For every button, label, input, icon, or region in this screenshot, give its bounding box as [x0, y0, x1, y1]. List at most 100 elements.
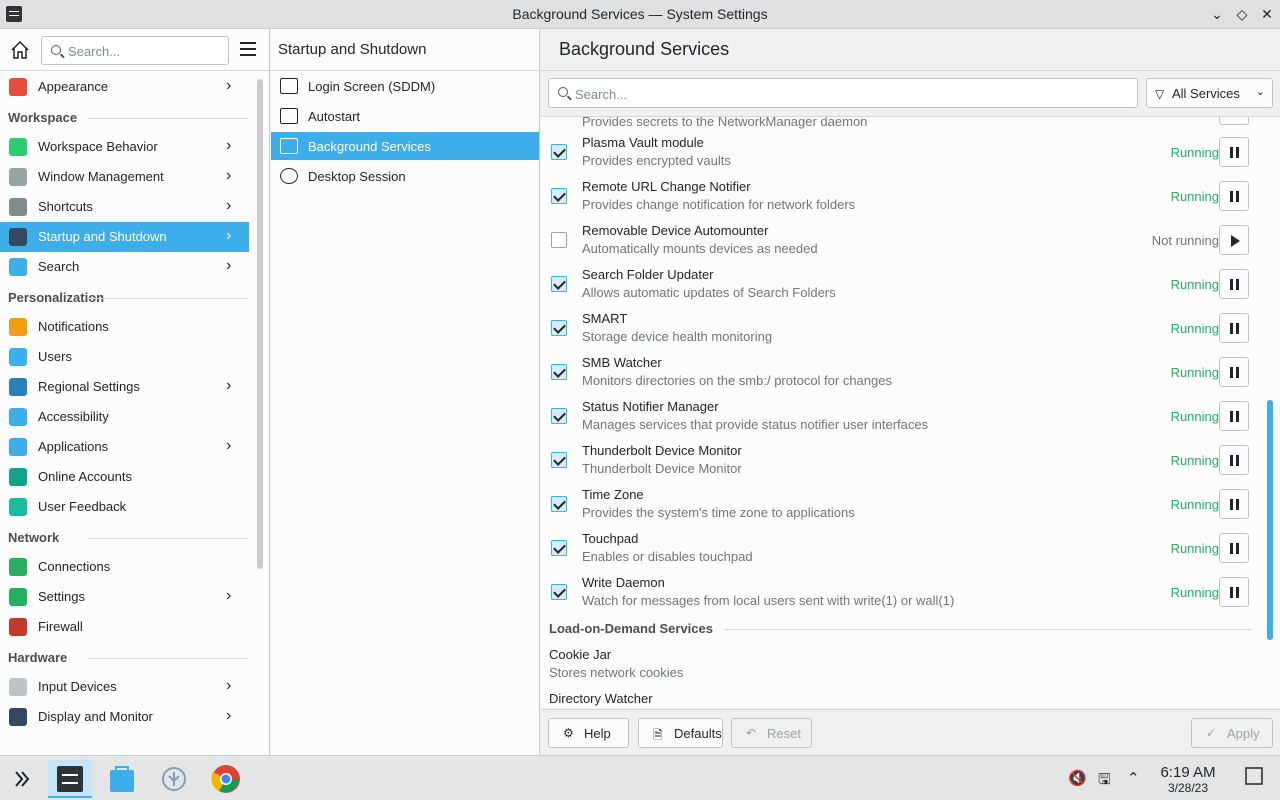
hamburger-menu-icon[interactable] — [240, 42, 258, 56]
service-enable-checkbox[interactable] — [551, 364, 567, 380]
stop-service-button[interactable] — [1219, 489, 1249, 519]
service-enable-checkbox[interactable] — [551, 276, 567, 292]
stop-service-button[interactable] — [1219, 137, 1249, 167]
sidebar-item-accessibility[interactable]: Accessibility — [0, 402, 249, 432]
service-enable-checkbox[interactable] — [551, 320, 567, 336]
service-enable-checkbox[interactable] — [551, 144, 567, 160]
service-enable-checkbox[interactable] — [551, 540, 567, 556]
sidebar-item-workspace-behavior[interactable]: Workspace Behavior › — [0, 132, 249, 162]
subcategory-desktop-session[interactable]: Desktop Session — [271, 162, 539, 190]
sidebar-item-search[interactable]: Search › — [0, 252, 249, 282]
services-search-input[interactable] — [575, 85, 1115, 103]
services-scrollbar[interactable] — [1267, 400, 1273, 640]
stop-service-button[interactable] — [1219, 181, 1249, 211]
system-settings-icon[interactable] — [48, 760, 92, 798]
service-row: Write Daemon Watch for messages from loca… — [541, 571, 1261, 615]
sidebar-item-appearance[interactable]: Appearance › — [0, 72, 249, 102]
workspace-behavior-icon — [9, 138, 27, 156]
sidebar-item-shortcuts[interactable]: Shortcuts › — [0, 192, 249, 222]
subcategory-panel: Startup and Shutdown Login Screen (SDDM)… — [271, 29, 540, 755]
filter-label: All Services — [1172, 86, 1240, 101]
service-row: Removable Device Automounter Automaticall… — [541, 219, 1261, 263]
stop-service-button[interactable] — [1219, 533, 1249, 563]
subcategory-autostart[interactable]: Autostart — [271, 102, 539, 130]
pause-icon — [1230, 455, 1233, 466]
services-search[interactable] — [548, 78, 1138, 108]
partial-service-action-button[interactable] — [1219, 117, 1249, 125]
service-row: Time Zone Provides the system's time zone… — [541, 483, 1261, 527]
subcategory-login-screen-sddm[interactable]: Login Screen (SDDM) — [271, 72, 539, 100]
sidebar-item-display-and-monitor[interactable]: Display and Monitor › — [0, 702, 249, 732]
pause-icon — [1230, 147, 1233, 158]
pause-icon — [1230, 499, 1233, 510]
sidebar-item-applications[interactable]: Applications › — [0, 432, 249, 462]
sidebar-item-settings[interactable]: Settings › — [0, 582, 249, 612]
sidebar-item-firewall[interactable]: Firewall — [0, 612, 249, 642]
main-panel: Background Services ▽ All Services ⌄ Pro… — [541, 29, 1280, 755]
close-icon[interactable]: ✕ — [1258, 5, 1276, 23]
stop-service-button[interactable] — [1219, 445, 1249, 475]
sidebar-item-label: Accessibility — [38, 409, 109, 424]
mouse-icon — [9, 678, 27, 696]
sidebar-item-label: Regional Settings — [38, 379, 140, 394]
home-icon[interactable] — [8, 38, 32, 62]
sidebar-item-window-management[interactable]: Window Management › — [0, 162, 249, 192]
service-enable-checkbox[interactable] — [551, 452, 567, 468]
sidebar-item-label: Appearance — [38, 79, 109, 94]
sidebar-item-online-accounts[interactable]: Online Accounts — [0, 462, 249, 492]
title-bar: Background Services — System Settings ⌄ … — [0, 0, 1280, 29]
stop-service-button[interactable] — [1219, 357, 1249, 387]
maximize-icon[interactable]: ◇ — [1233, 5, 1251, 23]
defaults-button[interactable]: 🗎 Defaults — [638, 718, 723, 748]
start-service-button[interactable] — [1219, 225, 1249, 255]
sidebar-item-connections[interactable]: Connections — [0, 552, 249, 582]
show-desktop-icon[interactable] — [1245, 767, 1263, 789]
help-button[interactable]: ⚙ Help — [548, 718, 629, 748]
search-icon — [558, 87, 568, 97]
sidebar-item-regional-settings[interactable]: Regional Settings › — [0, 372, 249, 402]
sidebar-item-user-feedback[interactable]: User Feedback — [0, 492, 249, 522]
reset-button[interactable]: ↶ Reset — [731, 718, 812, 748]
service-name: SMART — [582, 311, 628, 326]
service-name: Touchpad — [582, 531, 639, 546]
online-accounts-icon — [9, 468, 27, 486]
stop-service-button[interactable] — [1219, 401, 1249, 431]
volume-muted-icon[interactable]: 🔇 — [1068, 769, 1087, 787]
service-enable-checkbox[interactable] — [551, 188, 567, 204]
service-description: Provides encrypted vaults — [582, 153, 731, 168]
minimize-icon[interactable]: ⌄ — [1208, 5, 1226, 23]
sidebar-search[interactable] — [41, 36, 229, 65]
section-header-hardware: Hardware — [8, 650, 250, 665]
subcategory-background-services[interactable]: Background Services — [271, 132, 539, 160]
stop-service-button[interactable] — [1219, 577, 1249, 607]
services-filter-dropdown[interactable]: ▽ All Services ⌄ — [1146, 78, 1273, 108]
sidebar-item-label: Startup and Shutdown — [38, 229, 167, 244]
service-status: Running — [1170, 189, 1219, 204]
tray-expand-icon[interactable]: ⌃ — [1127, 769, 1140, 787]
chevron-right-icon: › — [226, 77, 232, 94]
chrome-icon[interactable] — [204, 760, 248, 798]
firewall-icon — [9, 618, 27, 636]
service-enable-checkbox[interactable] — [551, 584, 567, 600]
sidebar-search-input[interactable] — [68, 42, 218, 60]
sidebar-item-users[interactable]: Users — [0, 342, 249, 372]
clock[interactable]: 6:19 AM 3/28/23 — [1148, 764, 1228, 795]
stop-service-button[interactable] — [1219, 313, 1249, 343]
pause-icon — [1230, 587, 1233, 598]
sidebar-item-notifications[interactable]: Notifications — [0, 312, 249, 342]
app-launcher-icon[interactable] — [0, 760, 44, 798]
service-enable-checkbox[interactable] — [551, 232, 567, 248]
sidebar-item-startup-and-shutdown[interactable]: Startup and Shutdown › — [0, 222, 249, 252]
stop-service-button[interactable] — [1219, 269, 1249, 299]
service-name: Thunderbolt Device Monitor — [582, 443, 742, 458]
network-icon[interactable]: 🖫 — [1098, 769, 1111, 794]
service-description: Automatically mounts devices as needed — [582, 241, 818, 256]
sidebar-item-input-devices[interactable]: Input Devices › — [0, 672, 249, 702]
apply-button[interactable]: ✓ Apply — [1191, 718, 1273, 748]
kde-connect-icon[interactable] — [152, 760, 196, 798]
chevron-right-icon: › — [226, 137, 232, 154]
discover-icon[interactable] — [100, 760, 144, 798]
service-enable-checkbox[interactable] — [551, 408, 567, 424]
service-enable-checkbox[interactable] — [551, 496, 567, 512]
sidebar-scrollbar[interactable] — [257, 79, 263, 569]
